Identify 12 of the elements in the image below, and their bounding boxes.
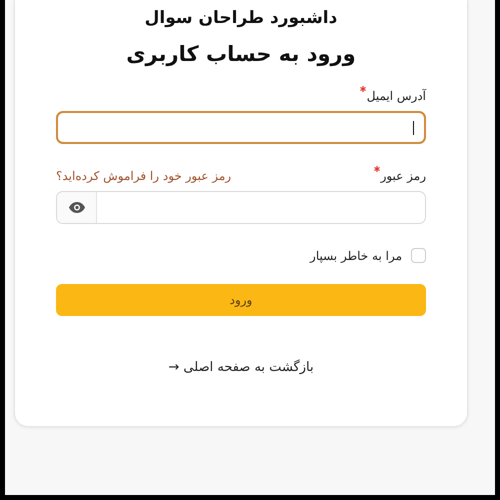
app-title: داشبورد طراحان سوال <box>144 8 338 28</box>
field-label: آدرس ایمیل <box>360 86 426 103</box>
remember-checkbox[interactable] <box>411 248 426 263</box>
text-caret <box>413 121 414 135</box>
back-home-link[interactable]: بازگشت به صفحه اصلی → <box>168 360 314 375</box>
checkbox-label: مرا به خاطر بسپار <box>310 248 402 262</box>
page-heading: ورود به حساب کاربری <box>125 42 357 66</box>
forgot-password-link[interactable]: رمز عبور خود را فراموش کرده‌اید؟ <box>56 169 232 183</box>
eye-icon <box>68 202 84 213</box>
field-label: رمز عبور <box>374 166 426 183</box>
login-button[interactable]: ورود <box>56 284 426 316</box>
show-password-button[interactable] <box>57 192 97 223</box>
